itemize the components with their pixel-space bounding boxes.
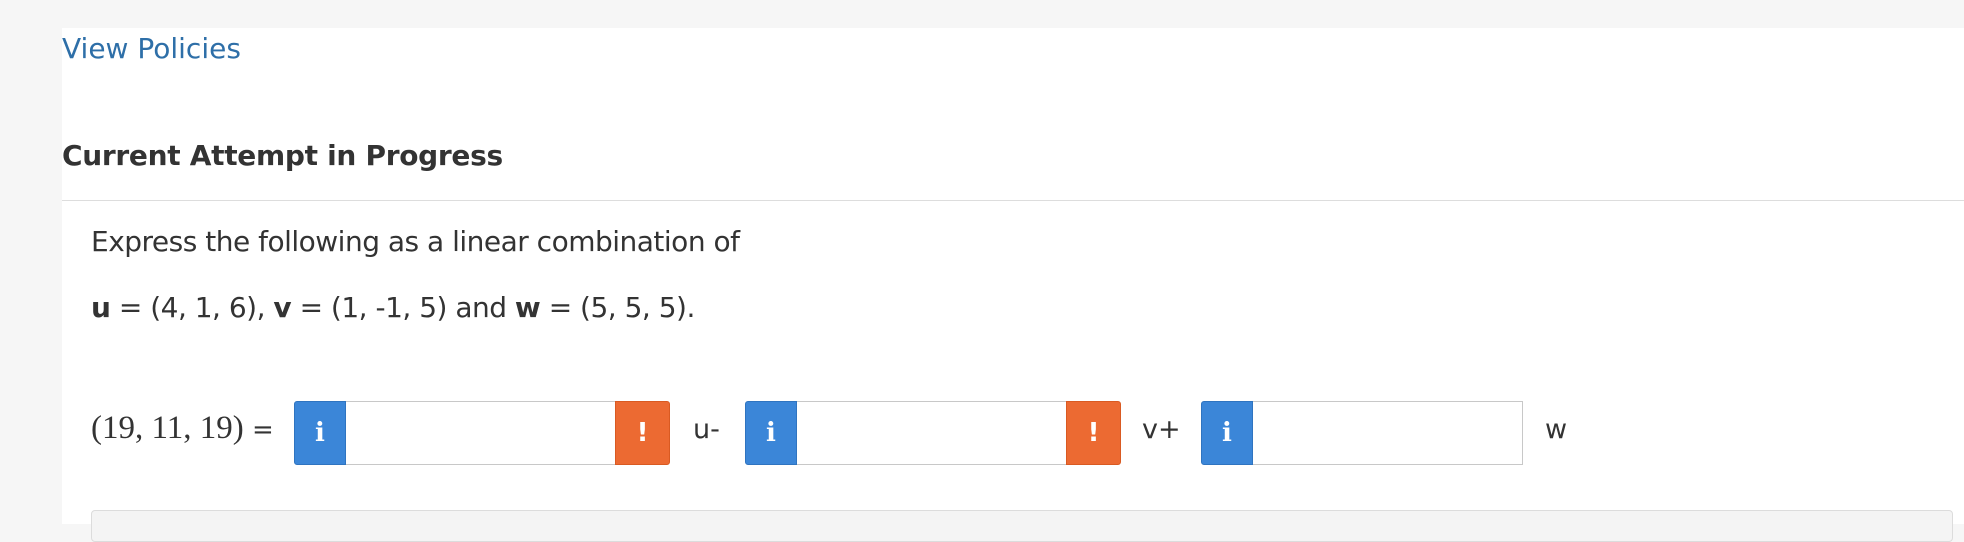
vector-v-value: = (1, -1, 5) and bbox=[291, 291, 515, 324]
info-icon: i bbox=[1222, 418, 1232, 448]
info-icon: i bbox=[315, 418, 325, 448]
exclamation-icon: ! bbox=[1087, 418, 1100, 448]
equals-sign: = bbox=[243, 415, 274, 445]
label-w: w bbox=[1545, 414, 1568, 445]
attempt-heading: Current Attempt in Progress bbox=[62, 139, 503, 172]
question-text: Express the following as a linear combin… bbox=[91, 225, 740, 258]
view-policies-link[interactable]: View Policies bbox=[62, 32, 241, 65]
info-icon: i bbox=[766, 418, 776, 448]
coefficient-input-v[interactable] bbox=[797, 401, 1067, 465]
coefficient-input-w[interactable] bbox=[1253, 401, 1523, 465]
vector-v-name: v bbox=[273, 291, 292, 324]
warning-button-2[interactable]: ! bbox=[1066, 401, 1121, 465]
equation-lhs: (19, 11, 19) = bbox=[91, 410, 274, 447]
vector-u-value: = (4, 1, 6), bbox=[110, 291, 274, 324]
label-u-minus: u- bbox=[693, 414, 720, 445]
vector-u-name: u bbox=[91, 291, 111, 324]
lhs-vector: (19, 11, 19) bbox=[91, 410, 244, 446]
question-vectors: u = (4, 1, 6), v = (1, -1, 5) and w = (5… bbox=[91, 291, 695, 324]
vector-w-name: w bbox=[514, 291, 541, 324]
vector-w-value: = (5, 5, 5). bbox=[540, 291, 696, 324]
label-v-plus: v+ bbox=[1142, 414, 1181, 445]
divider bbox=[62, 200, 1964, 201]
coefficient-input-u[interactable] bbox=[346, 401, 616, 465]
answer-area bbox=[91, 510, 1953, 542]
info-button-3[interactable]: i bbox=[1201, 401, 1253, 465]
warning-button-1[interactable]: ! bbox=[615, 401, 670, 465]
info-button-1[interactable]: i bbox=[294, 401, 346, 465]
info-button-2[interactable]: i bbox=[745, 401, 797, 465]
exclamation-icon: ! bbox=[636, 418, 649, 448]
